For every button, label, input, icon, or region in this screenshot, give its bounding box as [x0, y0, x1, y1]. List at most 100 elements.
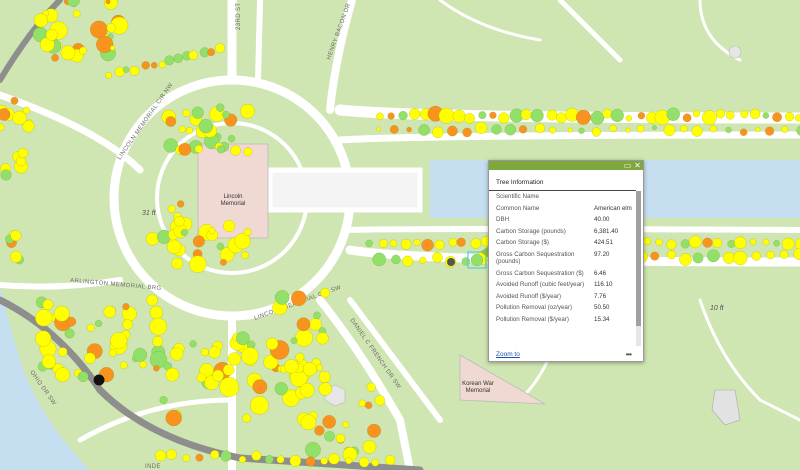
- tree-point[interactable]: [376, 126, 382, 132]
- tree-point[interactable]: [220, 450, 232, 462]
- tree-point[interactable]: [491, 124, 502, 135]
- tree-point[interactable]: [734, 236, 747, 250]
- tree-point[interactable]: [725, 110, 735, 120]
- tree-point[interactable]: [358, 456, 370, 468]
- tree-point[interactable]: [462, 127, 472, 138]
- tree-point[interactable]: [241, 347, 259, 365]
- zoom-to-link[interactable]: Zoom to: [496, 351, 520, 358]
- tree-point[interactable]: [318, 370, 331, 383]
- tree-point[interactable]: [295, 352, 305, 362]
- tree-point[interactable]: [57, 347, 68, 357]
- tree-point[interactable]: [342, 421, 350, 429]
- tree-point[interactable]: [328, 453, 340, 465]
- tree-point[interactable]: [320, 457, 329, 465]
- tree-point[interactable]: [324, 430, 335, 442]
- tree-point[interactable]: [378, 238, 389, 249]
- tree-point[interactable]: [740, 110, 749, 119]
- tree-point[interactable]: [185, 126, 194, 135]
- tree-point[interactable]: [779, 250, 789, 259]
- tree-point[interactable]: [149, 305, 163, 320]
- tree-point[interactable]: [376, 112, 384, 121]
- tree-point[interactable]: [680, 239, 691, 249]
- tree-point[interactable]: [315, 364, 323, 372]
- tree-point[interactable]: [238, 455, 247, 464]
- close-icon[interactable]: ✕: [633, 161, 642, 170]
- tree-point[interactable]: [520, 109, 532, 121]
- tree-point[interactable]: [152, 335, 164, 347]
- more-options-icon[interactable]: •••: [626, 350, 632, 359]
- tree-point[interactable]: [371, 458, 380, 467]
- tree-point[interactable]: [0, 108, 11, 121]
- tree-point[interactable]: [208, 346, 221, 359]
- tree-point[interactable]: [456, 237, 466, 247]
- tree-point[interactable]: [709, 125, 717, 133]
- tree-point[interactable]: [447, 125, 458, 137]
- tree-point[interactable]: [591, 127, 602, 137]
- tree-point[interactable]: [715, 109, 726, 119]
- tree-point[interactable]: [159, 395, 168, 405]
- tree-point[interactable]: [751, 251, 762, 261]
- tree-point[interactable]: [227, 352, 242, 366]
- tree-point[interactable]: [103, 305, 116, 319]
- tree-point[interactable]: [153, 365, 160, 372]
- tree-point[interactable]: [95, 319, 103, 328]
- tree-point[interactable]: [446, 257, 456, 267]
- tree-point[interactable]: [762, 238, 770, 246]
- tree-point[interactable]: [274, 290, 290, 305]
- tree-point[interactable]: [402, 255, 414, 267]
- tree-point[interactable]: [165, 116, 177, 127]
- tree-point[interactable]: [166, 239, 182, 255]
- tree-point[interactable]: [766, 250, 775, 260]
- tree-point[interactable]: [173, 53, 184, 64]
- tree-point[interactable]: [625, 127, 631, 133]
- tree-point[interactable]: [173, 215, 185, 227]
- tree-point[interactable]: [243, 228, 252, 237]
- tree-point[interactable]: [530, 108, 544, 123]
- tree-point[interactable]: [145, 232, 160, 246]
- tree-point[interactable]: [109, 45, 116, 51]
- tree-point[interactable]: [66, 316, 77, 327]
- tree-point[interactable]: [365, 239, 373, 248]
- tree-point[interactable]: [650, 251, 660, 261]
- tree-point[interactable]: [406, 126, 412, 133]
- tree-point[interactable]: [655, 238, 663, 246]
- tree-point[interactable]: [314, 425, 325, 436]
- tree-point[interactable]: [434, 239, 445, 250]
- tree-point[interactable]: [0, 169, 12, 181]
- tree-point[interactable]: [400, 238, 412, 250]
- tree-point[interactable]: [215, 103, 225, 112]
- tree-point[interactable]: [733, 250, 748, 266]
- tree-point[interactable]: [663, 124, 676, 137]
- tree-point[interactable]: [755, 126, 761, 133]
- tree-point[interactable]: [219, 377, 240, 397]
- tree-point[interactable]: [67, 0, 80, 8]
- tree-point[interactable]: [274, 381, 288, 396]
- tree-point[interactable]: [146, 294, 158, 306]
- tree-point[interactable]: [474, 121, 488, 135]
- tree-point[interactable]: [176, 200, 185, 208]
- tree-point[interactable]: [448, 237, 458, 247]
- tree-point[interactable]: [692, 252, 704, 264]
- tree-point[interactable]: [139, 360, 147, 369]
- tree-point[interactable]: [398, 110, 408, 121]
- tree-point[interactable]: [385, 455, 396, 466]
- tree-point[interactable]: [284, 359, 299, 374]
- tree-point[interactable]: [691, 125, 703, 137]
- tree-point[interactable]: [216, 242, 225, 251]
- tree-point[interactable]: [214, 43, 226, 54]
- tree-point[interactable]: [189, 255, 207, 273]
- tree-point[interactable]: [141, 61, 150, 70]
- tree-point[interactable]: [17, 147, 29, 159]
- tree-point[interactable]: [679, 253, 692, 266]
- tree-point[interactable]: [0, 123, 5, 132]
- tree-point[interactable]: [289, 455, 302, 467]
- tree-point[interactable]: [89, 20, 108, 39]
- tree-point[interactable]: [252, 379, 268, 395]
- tree-point[interactable]: [609, 124, 617, 133]
- tree-point[interactable]: [42, 299, 54, 311]
- tree-point[interactable]: [72, 9, 81, 18]
- tree-point[interactable]: [180, 228, 188, 237]
- tree-point[interactable]: [119, 361, 128, 370]
- tree-point[interactable]: [122, 319, 133, 330]
- tree-point[interactable]: [60, 45, 76, 61]
